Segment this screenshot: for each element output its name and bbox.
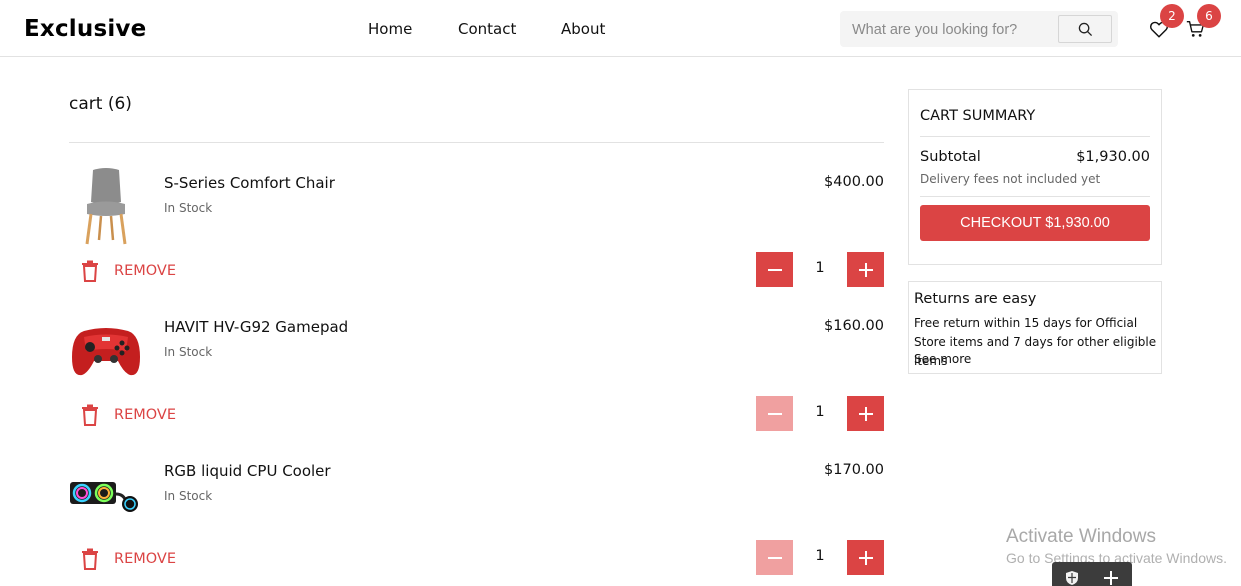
product-price: $170.00 bbox=[824, 462, 884, 478]
stock-status: In Stock bbox=[164, 489, 213, 503]
subtotal-label: Subtotal bbox=[920, 149, 981, 165]
product-image bbox=[69, 310, 143, 390]
product-price: $160.00 bbox=[824, 318, 884, 334]
cart-item: RGB liquid CPU Cooler In Stock $170.00 R… bbox=[0, 440, 900, 584]
cart-badge: 6 bbox=[1197, 4, 1221, 28]
trash-icon bbox=[82, 548, 98, 570]
returns-info-panel: Returns are easy Free return within 15 d… bbox=[908, 281, 1162, 374]
chair-icon bbox=[85, 168, 127, 245]
decrease-quantity-button[interactable] bbox=[756, 252, 793, 287]
minus-icon bbox=[767, 268, 782, 271]
quantity-value: 1 bbox=[815, 548, 825, 564]
divider bbox=[920, 196, 1150, 197]
decrease-quantity-button[interactable] bbox=[756, 540, 793, 575]
brand-logo[interactable]: Exclusive bbox=[24, 16, 146, 42]
search-input[interactable] bbox=[852, 19, 1050, 41]
cart-summary-panel: CART SUMMARY Subtotal $1,930.00 Delivery… bbox=[908, 89, 1162, 265]
shield-icon bbox=[1066, 571, 1078, 585]
plus-icon bbox=[858, 406, 873, 421]
gamepad-icon bbox=[72, 328, 140, 376]
quantity-value: 1 bbox=[815, 260, 825, 276]
checkout-button[interactable]: CHECKOUT $1,930.00 bbox=[920, 205, 1150, 241]
increase-quantity-button[interactable] bbox=[847, 252, 884, 287]
plus-icon bbox=[858, 262, 873, 277]
trash-icon bbox=[82, 260, 98, 282]
increase-quantity-button[interactable] bbox=[847, 396, 884, 431]
stock-status: In Stock bbox=[164, 345, 213, 359]
product-name[interactable]: RGB liquid CPU Cooler bbox=[164, 462, 331, 480]
product-image bbox=[69, 454, 143, 534]
remove-button[interactable]: REMOVE bbox=[80, 547, 176, 571]
minus-icon bbox=[767, 412, 782, 415]
taskbar-fragment bbox=[1052, 562, 1132, 586]
cart-item: S-Series Comfort Chair In Stock $400.00 … bbox=[0, 152, 900, 296]
remove-button[interactable]: REMOVE bbox=[80, 403, 176, 427]
decrease-quantity-button[interactable] bbox=[756, 396, 793, 431]
remove-label: REMOVE bbox=[114, 551, 176, 567]
nav-about-link[interactable]: About bbox=[561, 20, 605, 38]
cpu-cooler-icon bbox=[70, 482, 138, 512]
minus-icon bbox=[767, 556, 782, 559]
product-name[interactable]: HAVIT HV-G92 Gamepad bbox=[164, 318, 348, 336]
plus-icon bbox=[858, 550, 873, 565]
increase-quantity-button[interactable] bbox=[847, 540, 884, 575]
stock-status: In Stock bbox=[164, 201, 213, 215]
nav-contact-link[interactable]: Contact bbox=[458, 20, 516, 38]
plus-icon[interactable] bbox=[1103, 570, 1119, 586]
subtotal-value: $1,930.00 bbox=[1076, 149, 1150, 165]
remove-button[interactable]: REMOVE bbox=[80, 259, 176, 283]
remove-label: REMOVE bbox=[114, 407, 176, 423]
returns-title: Returns are easy bbox=[914, 291, 1037, 307]
product-name[interactable]: S-Series Comfort Chair bbox=[164, 174, 335, 192]
wishlist-badge: 2 bbox=[1160, 4, 1184, 28]
remove-label: REMOVE bbox=[114, 263, 176, 279]
divider bbox=[920, 136, 1150, 137]
cart-title: cart (6) bbox=[69, 94, 132, 114]
product-image bbox=[69, 166, 143, 246]
product-price: $400.00 bbox=[824, 174, 884, 190]
summary-title: CART SUMMARY bbox=[920, 108, 1036, 124]
search-bar bbox=[840, 11, 1118, 47]
quantity-value: 1 bbox=[815, 404, 825, 420]
delivery-note: Delivery fees not included yet bbox=[920, 172, 1101, 186]
nav-home-link[interactable]: Home bbox=[368, 20, 412, 38]
site-header: Exclusive Home Contact About 2 6 bbox=[0, 0, 1241, 57]
cart-item: HAVIT HV-G92 Gamepad In Stock $160.00 RE… bbox=[0, 296, 900, 440]
see-more-link[interactable]: See more bbox=[914, 352, 971, 366]
activation-watermark-title: Activate Windows bbox=[1006, 526, 1156, 547]
trash-icon bbox=[82, 404, 98, 426]
divider bbox=[69, 142, 884, 143]
search-icon bbox=[1078, 22, 1092, 36]
search-button[interactable] bbox=[1058, 15, 1112, 43]
